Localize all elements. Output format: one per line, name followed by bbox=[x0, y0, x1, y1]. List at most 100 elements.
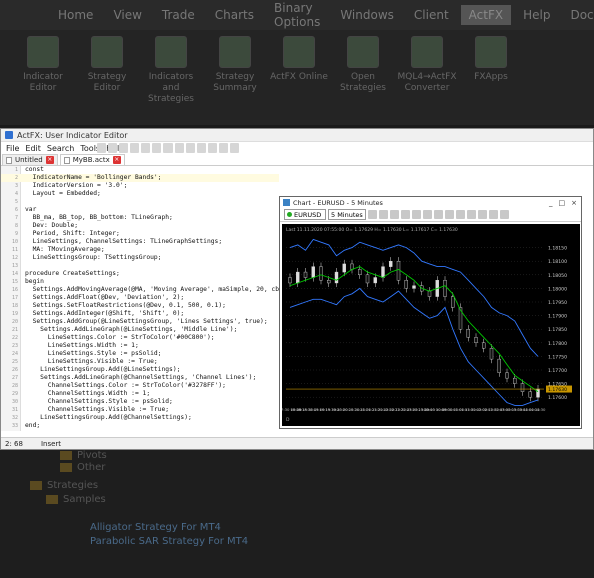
tree-item[interactable]: Parabolic SAR Strategy For MT4 bbox=[90, 536, 248, 547]
save-icon[interactable] bbox=[119, 143, 129, 153]
chart-titlebar: Chart - EURUSD - 5 Minutes _ □ × bbox=[280, 197, 581, 208]
folder-icon bbox=[30, 480, 42, 490]
editor-menu-item[interactable]: Search bbox=[44, 144, 77, 153]
main-menu-item[interactable]: Charts bbox=[207, 5, 262, 25]
close-tab-icon[interactable]: × bbox=[45, 156, 54, 164]
editor-menu-item[interactable]: Edit bbox=[22, 144, 44, 153]
draw-icon[interactable] bbox=[489, 210, 498, 219]
main-menu-item[interactable]: Trade bbox=[154, 5, 203, 25]
symbol-select[interactable]: EURUSD bbox=[284, 209, 326, 220]
tool-icon bbox=[219, 36, 251, 68]
line-number: 33 bbox=[11, 423, 18, 429]
code-editor[interactable]: 1 const 2 IndicatorName = 'Bollinger Bands… bbox=[1, 166, 279, 431]
tool-icon bbox=[283, 36, 315, 68]
ribbon-tool-button[interactable]: ActFX Online bbox=[270, 36, 328, 125]
timeframe-select[interactable]: 5 Minutes bbox=[328, 209, 366, 220]
editor-tab[interactable]: Untitled × bbox=[2, 154, 58, 165]
ribbon-tool-button[interactable]: Strategy Summary bbox=[206, 36, 264, 125]
main-menu-item[interactable]: Docs bbox=[562, 5, 594, 25]
candle-body bbox=[350, 263, 354, 270]
candle-body bbox=[296, 271, 300, 284]
candle-body bbox=[396, 261, 401, 281]
zoom-out-icon[interactable] bbox=[379, 210, 388, 219]
run-icon[interactable] bbox=[229, 143, 240, 153]
main-menu-item[interactable]: Help bbox=[515, 5, 558, 25]
warning-icon[interactable] bbox=[478, 210, 487, 219]
copy-icon[interactable] bbox=[163, 143, 173, 153]
candle-body bbox=[404, 280, 408, 289]
ribbon-tool-button[interactable]: MQL4→ActFX Converter bbox=[398, 36, 456, 125]
candle-body bbox=[443, 280, 447, 297]
main-menu-item[interactable]: Home bbox=[50, 5, 101, 25]
time-tick-label: 04:30 bbox=[535, 407, 547, 412]
chart-type-icon[interactable] bbox=[412, 210, 421, 219]
main-ribbon: Indicator Editor Strategy Editor Indicator… bbox=[0, 30, 594, 125]
redo-icon[interactable] bbox=[196, 143, 206, 153]
crosshair-icon[interactable] bbox=[401, 210, 410, 219]
close-tab-icon[interactable]: × bbox=[112, 156, 121, 164]
print-icon[interactable] bbox=[434, 210, 443, 219]
main-menu-item[interactable]: Binary Options bbox=[266, 0, 328, 32]
price-tick-label: 1.17600 bbox=[548, 395, 567, 401]
ribbon-tool-button[interactable]: Indicator Editor bbox=[14, 36, 72, 125]
editor-menu-item[interactable]: File bbox=[3, 144, 22, 153]
price-tick-label: 1.17800 bbox=[548, 341, 567, 347]
tool-icon bbox=[347, 36, 379, 68]
search-icon[interactable] bbox=[390, 210, 399, 219]
ribbon-tool-button[interactable]: Strategy Editor bbox=[78, 36, 136, 125]
tree-item[interactable]: Strategies bbox=[30, 480, 98, 491]
candle-body bbox=[451, 296, 455, 308]
main-menu-item[interactable]: Windows bbox=[332, 5, 402, 25]
price-tick-label: 1.18150 bbox=[548, 246, 567, 252]
main-menu-item[interactable]: View bbox=[105, 5, 149, 25]
tree-item[interactable]: Pivots bbox=[60, 450, 107, 461]
tree-item[interactable]: Alligator Strategy For MT4 bbox=[90, 522, 221, 533]
ribbon-tool-button[interactable]: FXApps bbox=[462, 36, 520, 125]
close-button[interactable]: × bbox=[571, 199, 577, 207]
editor-statusbar: 2: 68 Insert bbox=[1, 437, 593, 449]
candle-body bbox=[373, 277, 377, 284]
minimize-button[interactable]: _ bbox=[549, 199, 553, 207]
indicator-icon[interactable] bbox=[423, 210, 432, 219]
code-line: 33 end; bbox=[1, 422, 279, 430]
save-icon[interactable] bbox=[445, 210, 454, 219]
main-menu-item[interactable]: Client bbox=[406, 5, 457, 25]
price-tick-label: 1.18050 bbox=[548, 273, 567, 279]
compile-icon[interactable] bbox=[218, 143, 228, 153]
chart-svg: Last 11.11.2020 07:55:00 O= 1.17629 H= 1… bbox=[278, 224, 580, 426]
new-file-icon[interactable] bbox=[97, 143, 107, 153]
code-text: end; bbox=[25, 422, 41, 429]
candle-body bbox=[427, 290, 432, 297]
folder-icon bbox=[60, 450, 72, 460]
cut-icon[interactable] bbox=[152, 143, 162, 153]
save-all-icon[interactable] bbox=[130, 143, 140, 153]
grid-icon[interactable] bbox=[456, 210, 465, 219]
status-dot-icon bbox=[287, 212, 292, 217]
ribbon-tool-button[interactable]: Indicators and Strategies bbox=[142, 36, 200, 125]
settings-icon[interactable] bbox=[467, 210, 476, 219]
paste-icon[interactable] bbox=[174, 143, 184, 153]
candle-body bbox=[319, 266, 323, 281]
main-menu-item[interactable]: ActFX bbox=[460, 5, 512, 25]
find-icon[interactable] bbox=[207, 143, 217, 153]
zoom-in-icon[interactable] bbox=[368, 210, 377, 219]
chart-window: Chart - EURUSD - 5 Minutes _ □ × EURUSD … bbox=[278, 196, 582, 429]
ribbon-tool-button[interactable]: Open Strategies bbox=[334, 36, 392, 125]
candle-body bbox=[342, 263, 346, 273]
maximize-button[interactable]: □ bbox=[559, 199, 566, 207]
tree-item[interactable]: Other bbox=[60, 462, 105, 473]
editor-tabs: Untitled × MyBB.actx × bbox=[1, 154, 593, 166]
open-icon[interactable] bbox=[108, 143, 118, 153]
editor-tab[interactable]: MyBB.actx × bbox=[59, 154, 125, 165]
price-tick-label: 1.17900 bbox=[548, 314, 567, 320]
more-icon[interactable] bbox=[500, 210, 509, 219]
app-icon bbox=[5, 131, 13, 139]
candle-body bbox=[505, 372, 509, 379]
undo-icon[interactable] bbox=[185, 143, 195, 153]
editor-toolbar bbox=[97, 142, 240, 154]
print-icon[interactable] bbox=[141, 143, 151, 153]
tree-item[interactable]: Samples bbox=[46, 494, 106, 505]
editor-titlebar: ActFX: User Indicator Editor bbox=[1, 129, 593, 142]
candle-body bbox=[334, 271, 339, 284]
price-chart[interactable]: Last 11.11.2020 07:55:00 O= 1.17629 H= 1… bbox=[278, 224, 580, 426]
